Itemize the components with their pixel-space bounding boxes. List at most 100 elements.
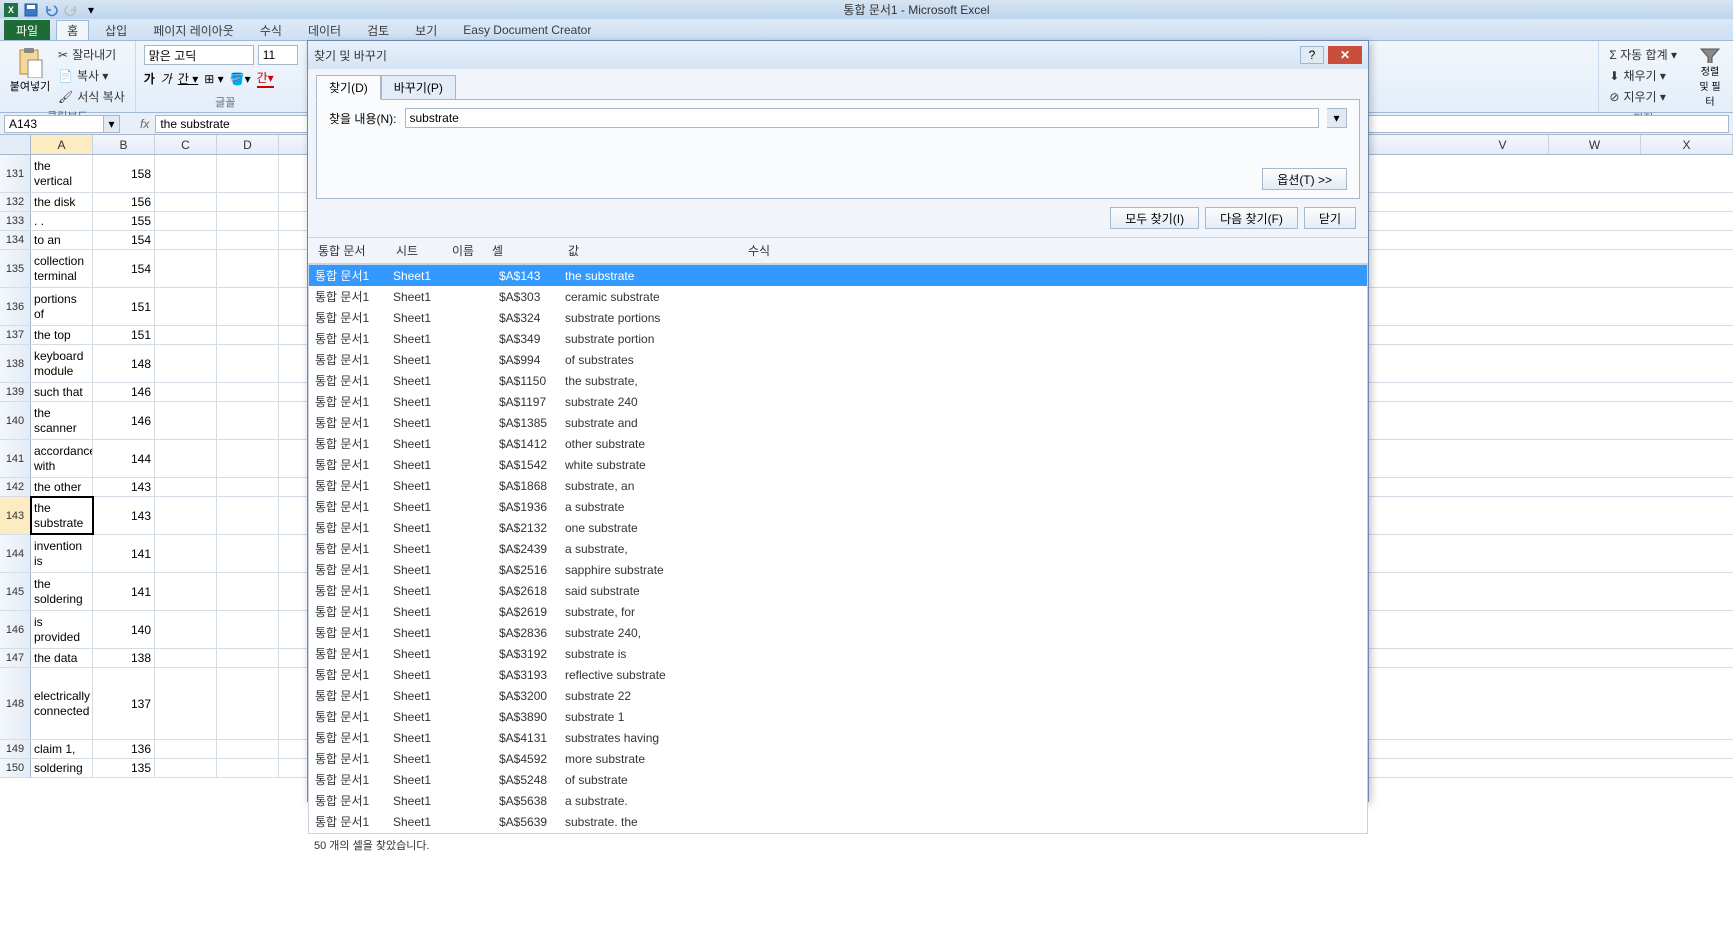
- autosum-button[interactable]: Σ 자동 합계 ▾: [1607, 45, 1679, 64]
- cell[interactable]: [155, 649, 217, 667]
- results-list[interactable]: 통합 문서1Sheet1$A$143the substrate통합 문서1She…: [308, 264, 1368, 834]
- row-header[interactable]: 150: [0, 759, 31, 777]
- cell[interactable]: 141: [93, 573, 155, 610]
- cell[interactable]: [217, 383, 279, 401]
- cell[interactable]: the scanner: [31, 402, 93, 439]
- result-row[interactable]: 통합 문서1Sheet1$A$3193reflective substrate: [309, 664, 1367, 685]
- cell[interactable]: [217, 288, 279, 325]
- row-header[interactable]: 143: [0, 497, 31, 534]
- result-row[interactable]: 통합 문서1Sheet1$A$5248of substrate: [309, 769, 1367, 790]
- header-name[interactable]: 이름: [448, 240, 488, 261]
- cell[interactable]: such that: [31, 383, 93, 401]
- result-row[interactable]: 통합 문서1Sheet1$A$2618said substrate: [309, 580, 1367, 601]
- cell[interactable]: claim 1,: [31, 740, 93, 758]
- qat-dropdown-icon[interactable]: ▾: [82, 2, 100, 18]
- result-row[interactable]: 통합 문서1Sheet1$A$5638a substrate.: [309, 790, 1367, 811]
- cell[interactable]: [217, 535, 279, 572]
- result-row[interactable]: 통합 문서1Sheet1$A$3200substrate 22: [309, 685, 1367, 706]
- cell[interactable]: [155, 231, 217, 249]
- ribbon-tab[interactable]: 삽입: [95, 20, 137, 40]
- find-next-button[interactable]: 다음 찾기(F): [1205, 207, 1298, 229]
- cell[interactable]: . .: [31, 212, 93, 230]
- row-header[interactable]: 134: [0, 231, 31, 249]
- cell[interactable]: 140: [93, 611, 155, 648]
- cell[interactable]: [155, 535, 217, 572]
- result-row[interactable]: 통합 문서1Sheet1$A$2619substrate, for: [309, 601, 1367, 622]
- dialog-titlebar[interactable]: 찾기 및 바꾸기 ? ✕: [308, 41, 1368, 69]
- result-row[interactable]: 통합 문서1Sheet1$A$3192substrate is: [309, 643, 1367, 664]
- result-row[interactable]: 통합 문서1Sheet1$A$994of substrates: [309, 349, 1367, 370]
- column-header[interactable]: C: [155, 135, 217, 154]
- cell[interactable]: invention is: [31, 535, 93, 572]
- result-row[interactable]: 통합 문서1Sheet1$A$2132one substrate: [309, 517, 1367, 538]
- cell[interactable]: 151: [93, 326, 155, 344]
- cut-button[interactable]: ✂잘라내기: [56, 45, 127, 64]
- dialog-help-button[interactable]: ?: [1300, 46, 1324, 64]
- font-size-select[interactable]: 11: [258, 45, 298, 65]
- find-all-button[interactable]: 모두 찾기(I): [1110, 207, 1199, 229]
- row-header[interactable]: 145: [0, 573, 31, 610]
- result-row[interactable]: 통합 문서1Sheet1$A$1542white substrate: [309, 454, 1367, 475]
- cell[interactable]: 146: [93, 402, 155, 439]
- cell[interactable]: [155, 155, 217, 192]
- column-header[interactable]: B: [93, 135, 155, 154]
- cell[interactable]: accordance with: [31, 440, 93, 477]
- cell[interactable]: [217, 478, 279, 496]
- font-name-select[interactable]: 맑은 고딕: [144, 45, 254, 65]
- result-row[interactable]: 통합 문서1Sheet1$A$1868substrate, an: [309, 475, 1367, 496]
- row-header[interactable]: 132: [0, 193, 31, 211]
- cell[interactable]: 156: [93, 193, 155, 211]
- clear-button[interactable]: ⊘지우기 ▾: [1607, 87, 1679, 106]
- bold-button[interactable]: 가: [144, 70, 155, 87]
- cell[interactable]: [217, 668, 279, 739]
- row-header[interactable]: 139: [0, 383, 31, 401]
- cell[interactable]: the soldering: [31, 573, 93, 610]
- tab-find[interactable]: 찾기(D): [316, 75, 381, 100]
- row-header[interactable]: 133: [0, 212, 31, 230]
- row-header[interactable]: 140: [0, 402, 31, 439]
- cell[interactable]: [217, 193, 279, 211]
- cell[interactable]: [217, 155, 279, 192]
- cell[interactable]: electrically connected: [31, 668, 93, 739]
- result-row[interactable]: 통합 문서1Sheet1$A$3890substrate 1: [309, 706, 1367, 727]
- fx-icon[interactable]: fx: [140, 117, 149, 131]
- cell[interactable]: [155, 497, 217, 534]
- result-row[interactable]: 통합 문서1Sheet1$A$324substrate portions: [309, 307, 1367, 328]
- dialog-close-button[interactable]: ✕: [1328, 46, 1362, 64]
- result-row[interactable]: 통합 문서1Sheet1$A$1197substrate 240: [309, 391, 1367, 412]
- row-header[interactable]: 144: [0, 535, 31, 572]
- result-row[interactable]: 통합 문서1Sheet1$A$4592more substrate: [309, 748, 1367, 769]
- ribbon-tab[interactable]: 수식: [250, 20, 292, 40]
- cell[interactable]: [155, 193, 217, 211]
- header-workbook[interactable]: 통합 문서: [314, 240, 392, 261]
- column-header[interactable]: W: [1549, 135, 1641, 154]
- cell[interactable]: the vertical: [31, 155, 93, 192]
- row-header[interactable]: 135: [0, 250, 31, 287]
- cell[interactable]: [217, 212, 279, 230]
- row-header[interactable]: 148: [0, 668, 31, 739]
- column-header[interactable]: A: [31, 135, 93, 154]
- row-header[interactable]: 138: [0, 345, 31, 382]
- fill-button[interactable]: ⬇채우기 ▾: [1607, 66, 1679, 85]
- cell[interactable]: 143: [93, 497, 155, 534]
- cell[interactable]: 155: [93, 212, 155, 230]
- cell[interactable]: [155, 759, 217, 777]
- options-button[interactable]: 옵션(T) >>: [1262, 168, 1347, 190]
- file-tab[interactable]: 파일: [4, 20, 50, 40]
- font-color-button[interactable]: 간▾: [257, 69, 274, 88]
- border-button[interactable]: ⊞ ▾: [204, 72, 223, 86]
- row-header[interactable]: 147: [0, 649, 31, 667]
- result-row[interactable]: 통합 문서1Sheet1$A$2439a substrate,: [309, 538, 1367, 559]
- row-header[interactable]: 149: [0, 740, 31, 758]
- header-sheet[interactable]: 시트: [392, 240, 448, 261]
- cell[interactable]: [155, 326, 217, 344]
- result-row[interactable]: 통합 문서1Sheet1$A$303ceramic substrate: [309, 286, 1367, 307]
- select-all-corner[interactable]: [0, 135, 31, 154]
- cell[interactable]: 154: [93, 250, 155, 287]
- result-row[interactable]: 통합 문서1Sheet1$A$1150the substrate,: [309, 370, 1367, 391]
- cell[interactable]: 158: [93, 155, 155, 192]
- cell[interactable]: [155, 740, 217, 758]
- cell[interactable]: [217, 326, 279, 344]
- cell[interactable]: [155, 345, 217, 382]
- cell[interactable]: collection terminal: [31, 250, 93, 287]
